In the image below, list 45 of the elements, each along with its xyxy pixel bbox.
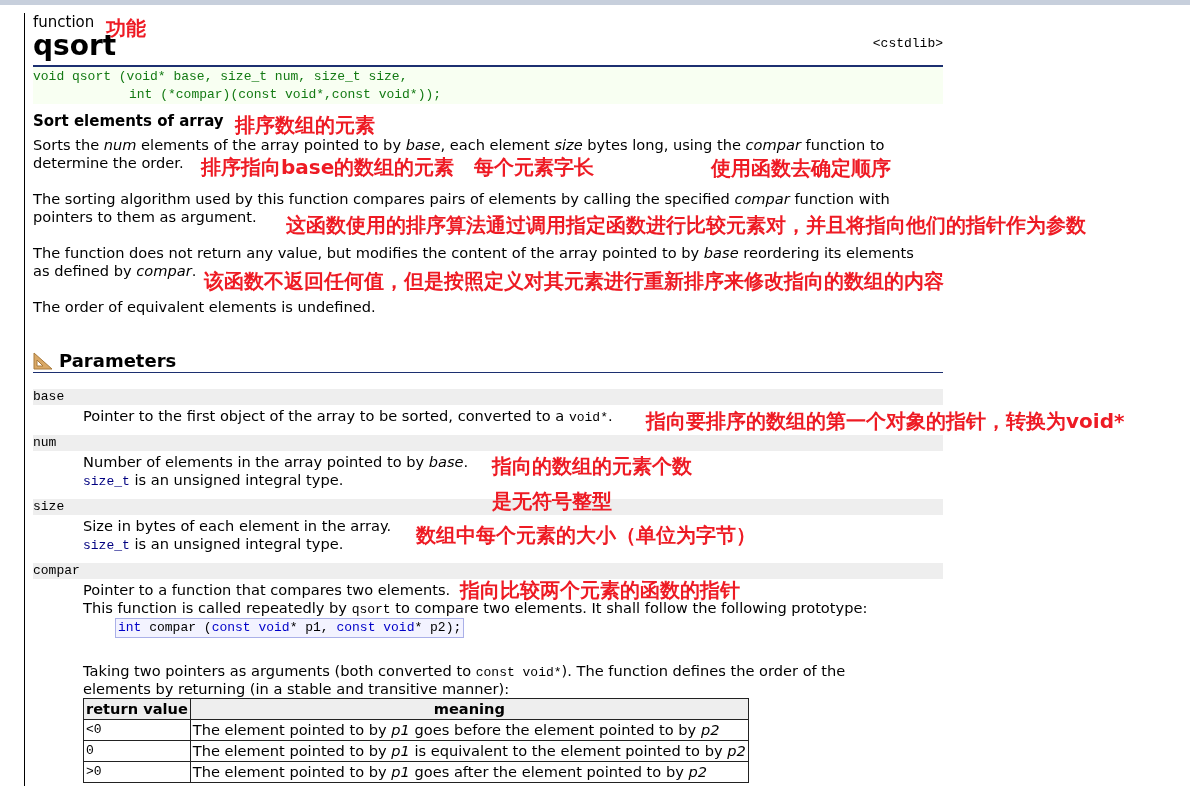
parameter-description: Size in bytes of each element in the array. <box>83 517 392 535</box>
table-cell: >0 <box>83 761 191 783</box>
column-header: return value <box>83 698 191 720</box>
summary-heading: Sort elements of array <box>33 112 224 130</box>
parameter-description: Taking two pointers as arguments (both converted to const void*). The function defines the order of the <box>83 662 846 680</box>
annotation-note: 这函数使用的排序算法通过调用指定函数进行比较元素对，并且将指向他们的指针作为参数 <box>286 215 1086 235</box>
type-link[interactable]: size_t <box>83 474 130 489</box>
annotation-note: 指向要排序的数组的第一个对象的指针，转换为void* <box>646 411 1125 431</box>
parameter-name: compar <box>33 563 943 579</box>
description-line: The order of equivalent elements is undefined. <box>33 298 376 316</box>
annotation-note: 是无符号整型 <box>492 491 612 511</box>
parameter-description: Pointer to the first object of the array to be sorted, converted to a void*. <box>83 407 613 425</box>
annotation-note: 排序数组的元素 <box>235 115 375 135</box>
parameter-description: Pointer to a function that compares two elements. <box>83 581 451 599</box>
table-cell: The element pointed to by p1 goes before the element pointed to by p2 <box>190 719 749 741</box>
code-sample: int compar (const void* p1, const void* p2); <box>115 618 465 638</box>
header-name: <cstdlib> <box>872 35 943 51</box>
description-line: Sorts the num elements of the array pointed to by base, each element size bytes long, using the compar function to <box>33 136 885 154</box>
parameter-name: base <box>33 389 943 405</box>
annotation-note: 该函数不返回任何值，但是按照定义对其元素进行重新排序来修改指向的数组的内容 <box>204 271 944 291</box>
annotation-note: 排序指向base的数组的元素 <box>201 157 455 177</box>
annotation-note: 数组中每个元素的大小（单位为字节） <box>416 525 756 545</box>
description-line: determine the order. <box>33 154 184 172</box>
description-line: The sorting algorithm used by this function compares pairs of elements by calling the specified compar function with <box>33 190 890 208</box>
type-link[interactable]: size_t <box>83 538 130 553</box>
table-cell: 0 <box>83 740 191 762</box>
annotation-note: 指向比较两个元素的函数的指针 <box>460 580 740 600</box>
table-cell: The element pointed to by p1 goes after the element pointed to by p2 <box>190 761 749 783</box>
annotation-note: 使用函数去确定顺序 <box>711 158 891 178</box>
annotation-note: 指向的数组的元素个数 <box>492 456 692 476</box>
description-line: as defined by compar. <box>33 262 197 280</box>
column-header: meaning <box>190 698 749 720</box>
table-cell: <0 <box>83 719 191 741</box>
section-heading: Parameters <box>59 350 177 371</box>
description-line: pointers to them as argument. <box>33 208 257 226</box>
parameter-description: Number of elements in the array pointed to by base. <box>83 453 469 471</box>
prototype-box: void qsort (void* base, size_t num, size_t size, int (*compar)(const void*,const void*)); <box>33 67 943 104</box>
table-cell: The element pointed to by p1 is equivalent to the element pointed to by p2 <box>190 740 749 762</box>
parameter-description: size_t is an unsigned integral type. <box>83 471 344 489</box>
parameter-description: size_t is an unsigned integral type. <box>83 535 344 553</box>
annotation-note: 每个元素字长 <box>474 157 594 177</box>
parameter-name: num <box>33 435 943 451</box>
description-line: The function does not return any value, but modifies the content of the array pointed to by base reordering its elements <box>33 244 914 262</box>
parameter-description: elements by returning (in a stable and transitive manner): <box>83 680 510 698</box>
entity-kind: function <box>33 13 95 31</box>
